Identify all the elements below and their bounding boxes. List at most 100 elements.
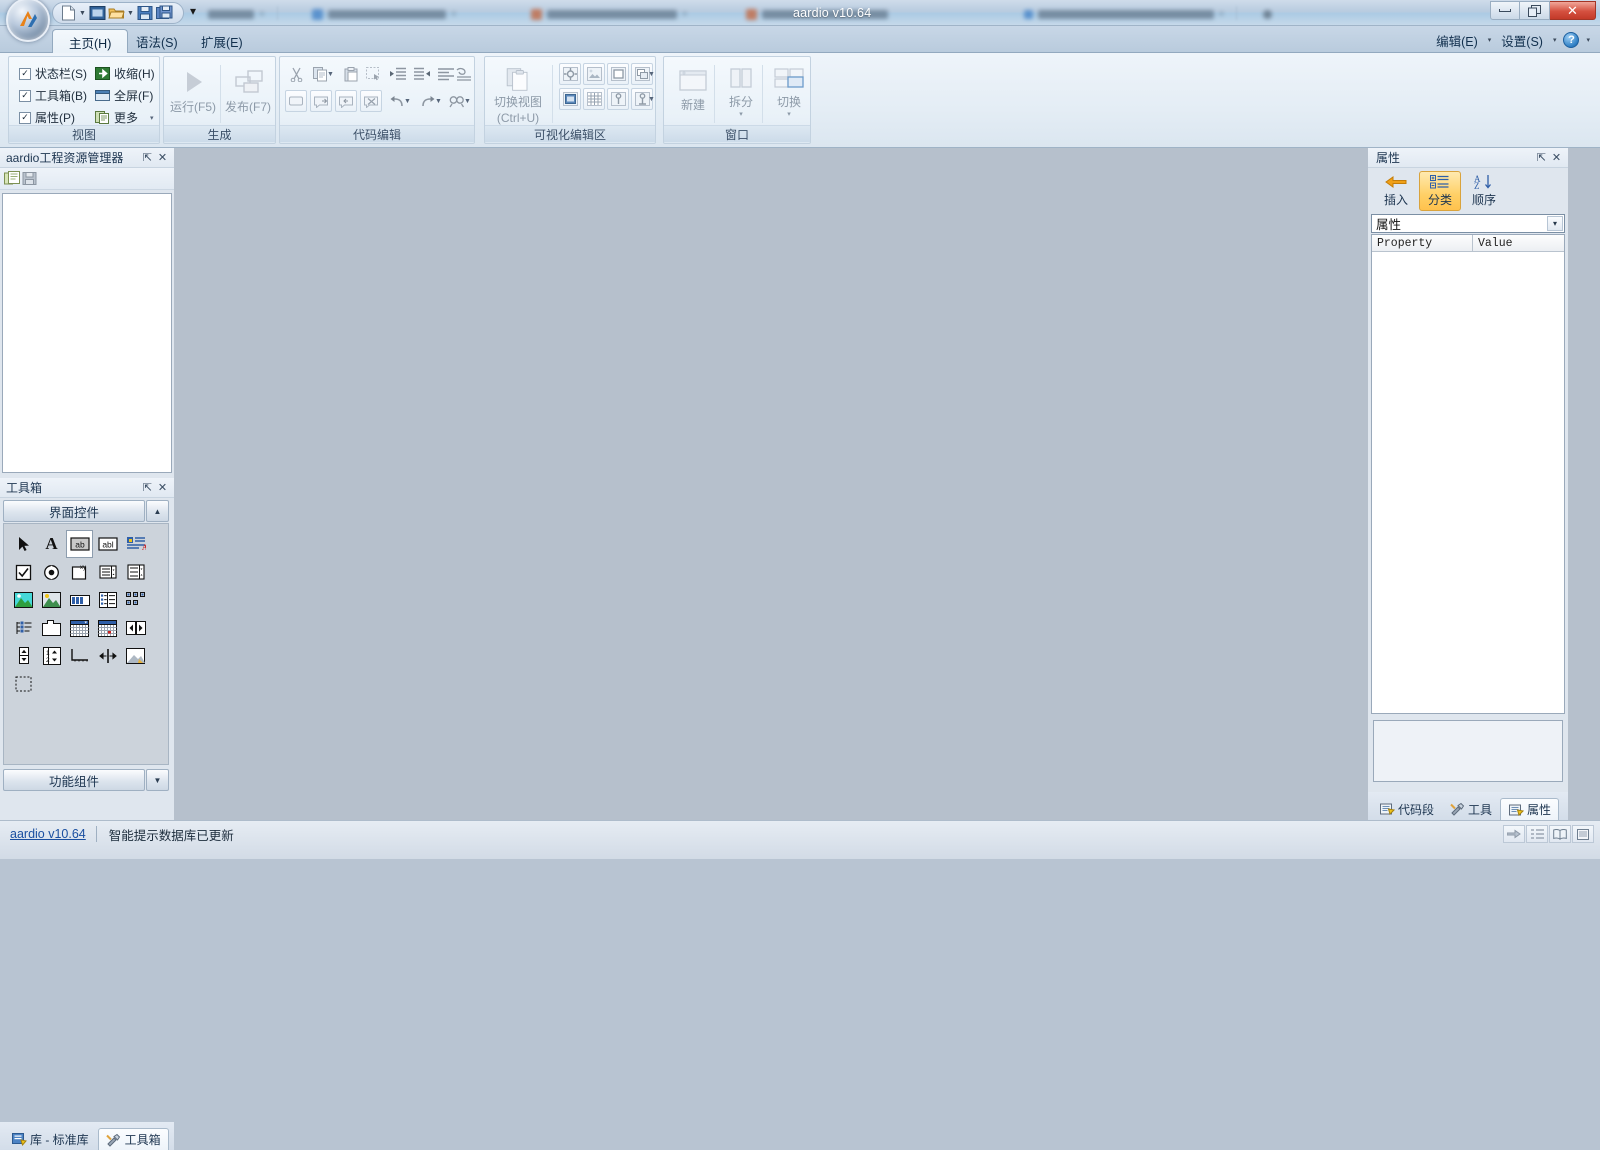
run-button[interactable]: 运行(F5) xyxy=(164,61,222,125)
doc-icon[interactable] xyxy=(1572,825,1594,843)
toolbox-scroll-down-button[interactable]: ▼ xyxy=(146,769,169,791)
copy-dropdown-arrow[interactable]: ▼ xyxy=(325,63,336,85)
checkbox-tool[interactable] xyxy=(10,558,37,586)
open-folder-icon[interactable] xyxy=(107,4,125,22)
insert-button[interactable]: 插入 xyxy=(1375,171,1417,211)
tab-code-snippet[interactable]: 代码段 xyxy=(1372,798,1441,820)
window-tab-close-icon[interactable]: × xyxy=(1219,9,1225,20)
treeview-tool[interactable] xyxy=(10,614,37,642)
tab-properties[interactable]: 属性 xyxy=(1500,798,1560,820)
toggle-view-button[interactable]: 切换视图 (Ctrl+U) xyxy=(487,61,549,125)
tab-library[interactable]: 库 - 标准库 xyxy=(4,1128,96,1150)
window-tab-close-icon[interactable]: × xyxy=(451,9,457,20)
quick-access-toolbar[interactable]: ▼ ▼ xyxy=(52,2,184,24)
pin-dropdown-arrow[interactable]: ▼ xyxy=(646,88,657,110)
goto-icon[interactable] xyxy=(1503,825,1525,843)
menu-edit-arrow[interactable]: ▾ xyxy=(1484,36,1496,44)
undo-dropdown-arrow[interactable]: ▼ xyxy=(402,90,413,112)
new-dropdown-arrow[interactable]: ▼ xyxy=(78,4,87,22)
checkbox-statusbar-box[interactable]: ✓ xyxy=(19,67,31,80)
plot-tool[interactable]: xy xyxy=(66,558,93,586)
edit-box-tool[interactable]: ab xyxy=(66,530,93,558)
book-icon[interactable] xyxy=(1549,825,1571,843)
toolbox-section-ui-controls[interactable]: 界面控件 xyxy=(3,500,145,522)
toolbox-control-grid[interactable]: A ab abl A xy 1 2 xyxy=(3,523,169,765)
control-props-icon[interactable] xyxy=(559,63,581,85)
picture-tool[interactable] xyxy=(10,586,37,614)
new-file-icon[interactable] xyxy=(59,4,77,22)
help-icon[interactable]: ? xyxy=(1563,32,1580,48)
undo-comment-icon[interactable] xyxy=(335,90,357,112)
control-image-icon[interactable] xyxy=(583,63,605,85)
format-icon[interactable] xyxy=(452,63,474,85)
property-grid[interactable]: Property Value xyxy=(1371,234,1565,714)
splitter-tool[interactable] xyxy=(94,642,121,670)
tab-syntax[interactable]: 语法(S) xyxy=(120,29,194,53)
trackbar-tool[interactable] xyxy=(66,642,93,670)
custom-draw-tool[interactable] xyxy=(122,642,149,670)
outdent-icon[interactable] xyxy=(411,63,433,85)
placeholder-tool[interactable] xyxy=(10,670,37,698)
tile-list-tool[interactable] xyxy=(122,586,149,614)
listview-tool[interactable] xyxy=(94,586,121,614)
tab-control-tool[interactable] xyxy=(38,614,65,642)
pin-icon[interactable]: ⇱ xyxy=(1534,150,1549,165)
checkbox-toolbox-box[interactable]: ✓ xyxy=(19,89,31,102)
calendar-tool[interactable] xyxy=(66,614,93,642)
help-arrow[interactable]: ▾ xyxy=(1582,36,1594,44)
date-picker-tool[interactable] xyxy=(94,614,121,642)
project-explorer-icon[interactable] xyxy=(4,171,20,186)
paging-tool[interactable] xyxy=(122,614,149,642)
updown-tool[interactable] xyxy=(10,642,37,670)
command-more[interactable]: 更多 ▾ xyxy=(94,109,154,126)
checkbox-toolbox[interactable]: ✓ 工具箱(B) xyxy=(19,87,87,104)
tab-tools[interactable]: 工具 xyxy=(1442,798,1499,820)
pointer-tool[interactable] xyxy=(10,530,37,558)
image-button-tool[interactable] xyxy=(38,586,65,614)
rich-edit-tool[interactable]: A xyxy=(122,530,149,558)
checkbox-properties-box[interactable]: ✓ xyxy=(19,111,31,124)
radio-button-tool[interactable] xyxy=(38,558,65,586)
switch-arrow[interactable]: ▾ xyxy=(787,110,791,118)
redo-dropdown-arrow[interactable]: ▼ xyxy=(433,90,444,112)
save-project-icon[interactable] xyxy=(22,171,38,186)
tab-extensions[interactable]: 扩展(E) xyxy=(185,29,259,53)
menu-settings-arrow[interactable]: ▾ xyxy=(1549,36,1561,44)
maximize-button[interactable] xyxy=(1520,1,1550,20)
split-arrow[interactable]: ▾ xyxy=(739,110,743,118)
form-icon[interactable] xyxy=(559,88,581,110)
tab-home[interactable]: 主页(H) xyxy=(52,29,129,54)
pin-icon[interactable]: ⇱ xyxy=(140,480,155,495)
cut-icon[interactable] xyxy=(285,63,307,85)
layers-dropdown-arrow[interactable]: ▼ xyxy=(646,63,657,85)
checkbox-properties[interactable]: ✓ 属性(P) xyxy=(19,109,75,126)
indent-icon[interactable] xyxy=(387,63,409,85)
checkbox-statusbar[interactable]: ✓ 状态栏(S) xyxy=(19,65,87,82)
window-tab[interactable]: × xyxy=(304,4,465,26)
tab-toolbox[interactable]: 工具箱 xyxy=(97,1128,169,1150)
window-tab-overflow[interactable] xyxy=(1255,4,1280,26)
combobox-tool[interactable] xyxy=(94,558,121,586)
find-dropdown-arrow[interactable]: ▼ xyxy=(462,90,473,112)
sort-button[interactable]: AZ 顺序 xyxy=(1463,171,1505,211)
toolbox-scroll-up-button[interactable]: ▲ xyxy=(146,500,169,522)
paste-icon[interactable] xyxy=(340,63,362,85)
grid-icon[interactable] xyxy=(583,88,605,110)
editor-canvas[interactable] xyxy=(174,148,1368,820)
close-icon[interactable]: ✕ xyxy=(155,150,170,165)
save-all-icon[interactable] xyxy=(155,4,173,22)
window-tab[interactable]: × xyxy=(523,4,696,26)
chevron-down-icon[interactable]: ▾ xyxy=(1547,216,1563,231)
save-icon[interactable] xyxy=(136,4,154,22)
window-tab-close-icon[interactable]: × xyxy=(259,9,265,20)
window-designer-icon[interactable] xyxy=(88,4,106,22)
switch-button[interactable]: 切换 ▾ xyxy=(760,61,818,125)
pin-v-icon[interactable] xyxy=(607,88,629,110)
pin-icon[interactable]: ⇱ xyxy=(140,150,155,165)
window-controls[interactable]: ✕ xyxy=(1490,1,1596,20)
close-icon[interactable]: ✕ xyxy=(155,480,170,495)
progress-bar-tool[interactable] xyxy=(66,586,93,614)
static-text-tool[interactable]: A xyxy=(38,530,65,558)
multiline-edit-tool[interactable]: abl xyxy=(94,530,121,558)
command-more-arrow[interactable]: ▾ xyxy=(150,114,154,122)
